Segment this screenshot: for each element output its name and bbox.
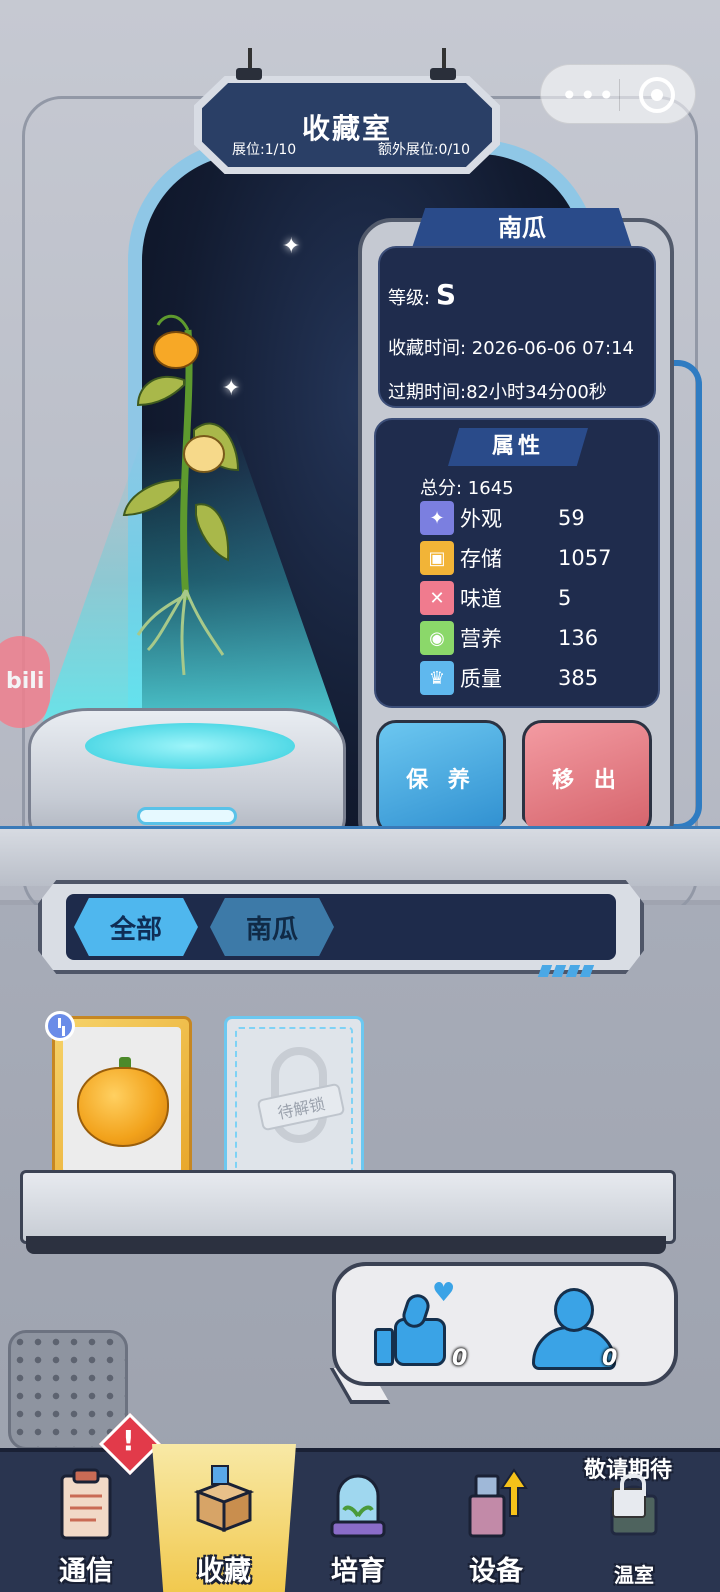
attributes-panel: 属性 总分: 1645 ✦ 外观 59 ▣ 存储 1057 ✕ 味道 5 ◉ 营… [374, 418, 660, 708]
attribute-value: 385 [558, 666, 599, 690]
utensils-icon: ✕ [420, 581, 454, 615]
nav-label: 温室 [614, 1563, 654, 1587]
target-icon[interactable] [639, 77, 675, 113]
filter-page-indicator [537, 962, 600, 977]
pumpkin-plant-image[interactable] [118, 290, 258, 680]
attribute-label: 味道 [460, 587, 502, 611]
nav-label: 收藏 [197, 1556, 251, 1587]
sparkle-icon: ✦ [420, 501, 454, 535]
attribute-row-nutrition: ◉ 营养 136 [420, 620, 638, 656]
attribute-value: 5 [558, 586, 572, 610]
more-dots-icon[interactable]: ••• [561, 79, 617, 112]
lock-icon [612, 1474, 646, 1518]
action-buttons: 保 养 移 出 [376, 720, 658, 840]
attribute-row-storage: ▣ 存储 1057 [420, 540, 638, 576]
card-image-area [63, 1027, 181, 1173]
collection-card-pumpkin[interactable] [45, 1011, 192, 1184]
plant-info-panel: 南瓜 等级: S 收藏时间: 2026-06-06 07:14 过期时间:82小… [358, 208, 674, 854]
category-filter-bar: 全部 南瓜 [38, 880, 644, 974]
hanger-cap [236, 68, 262, 80]
nav-item-collection[interactable]: 收藏 [152, 1444, 296, 1592]
likes-count: 0 [452, 1346, 468, 1371]
clock-icon [45, 1011, 75, 1041]
attribute-row-appearance: ✦ 外观 59 [420, 500, 638, 536]
mini-program-capsule: ••• [540, 64, 696, 124]
alert-icon: ! [122, 1424, 135, 1457]
star-icon: ✦ [282, 234, 301, 259]
plant-name: 南瓜 [412, 208, 632, 248]
attribute-value: 59 [558, 506, 585, 530]
social-bubble: ♥ 0 0 [332, 1262, 678, 1386]
title-plate: 收藏室 展位:1/10 额外展位:0/10 [194, 76, 500, 174]
attribute-value: 1057 [558, 546, 612, 570]
remove-button[interactable]: 移 出 [522, 720, 652, 836]
attribute-label: 质量 [460, 667, 502, 691]
equipment-upgrade-icon [468, 1468, 528, 1538]
nav-item-cultivate[interactable]: 培育 [286, 1452, 430, 1592]
heart-icon: ♥ [432, 1278, 456, 1308]
bili-badge[interactable]: bili [0, 636, 50, 728]
plant-details: 等级: S 收藏时间: 2026-06-06 07:14 过期时间:82小时34… [378, 246, 656, 408]
side-pipe [672, 360, 702, 830]
nav-label: 培育 [331, 1556, 385, 1587]
clipboard-icon [60, 1468, 112, 1540]
attribute-row-quality: ♛ 质量 385 [420, 660, 638, 696]
muscle-icon: ♛ [420, 661, 454, 695]
grade-label: 等级: [388, 288, 431, 309]
hanger-cap [430, 68, 456, 80]
visitors-count: 0 [602, 1346, 618, 1371]
nav-item-comms[interactable]: ! 通信 [14, 1412, 162, 1592]
maintain-button[interactable]: 保 养 [376, 720, 506, 836]
nav-item-equipment[interactable]: 设备 [424, 1452, 568, 1592]
shelf-edge [26, 1236, 666, 1254]
total-score: 总分: 1645 [420, 478, 514, 499]
grade-row: 等级: S [388, 278, 456, 311]
attribute-row-taste: ✕ 味道 5 [420, 580, 638, 616]
filter-tab-all[interactable]: 全部 [74, 898, 198, 956]
lime-icon: ◉ [420, 621, 454, 655]
filter-tab-pumpkin[interactable]: 南瓜 [210, 898, 334, 956]
pedestal-glow [85, 723, 295, 769]
open-box-icon [193, 1465, 255, 1533]
attribute-value: 136 [558, 626, 599, 650]
nav-label: 设备 [469, 1556, 523, 1587]
collection-card-locked[interactable]: 待解锁 [224, 1016, 364, 1184]
grade-value: S [435, 278, 456, 311]
attribute-label: 存储 [460, 547, 502, 571]
collection-room-screen: bili ✦ ✦ ●●● 收藏室 展位:1/10 额外展位:0/10 [0, 0, 720, 1592]
filter-track: 全部 南瓜 [66, 894, 616, 960]
glass-dome-icon [330, 1474, 386, 1538]
capsule-divider [619, 79, 620, 111]
pedestal-light [137, 807, 237, 825]
attributes-title: 属性 [448, 428, 588, 466]
display-rail [0, 826, 720, 886]
expire-time: 过期时间:82小时34分00秒 [388, 382, 607, 403]
attribute-label: 外观 [460, 507, 502, 531]
card-shelf [20, 1170, 676, 1244]
pumpkin-icon [77, 1067, 169, 1147]
collect-time: 收藏时间: 2026-06-06 07:14 [388, 338, 634, 359]
extra-slots-count: 额外展位:0/10 [377, 142, 470, 158]
box-icon: ▣ [420, 541, 454, 575]
locked-slot: 待解锁 [235, 1027, 353, 1173]
slots-count: 展位:1/10 [232, 142, 297, 158]
attribute-label: 营养 [460, 627, 502, 651]
nav-label: 通信 [59, 1556, 113, 1587]
